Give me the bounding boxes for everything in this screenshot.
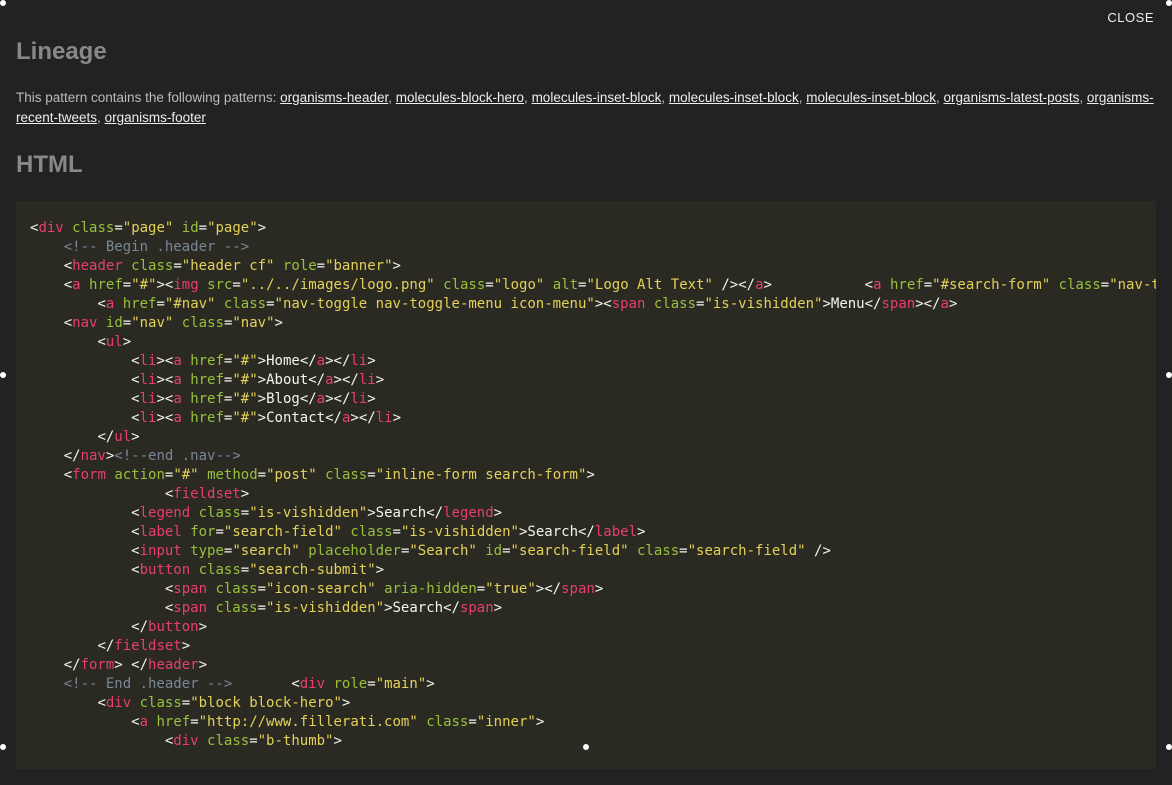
html-heading: HTML xyxy=(16,151,1156,179)
resize-handle[interactable] xyxy=(583,744,589,750)
resize-handle[interactable] xyxy=(1166,744,1172,750)
lineage-pattern-link[interactable]: organisms-footer xyxy=(105,110,206,125)
resize-handle[interactable] xyxy=(0,372,6,378)
lineage-pattern-link[interactable]: organisms-latest-posts xyxy=(944,90,1080,105)
lineage-pattern-link[interactable]: molecules-inset-block xyxy=(669,90,799,105)
resize-handle[interactable] xyxy=(1166,0,1172,6)
lineage-pattern-link[interactable]: molecules-block-hero xyxy=(396,90,524,105)
lineage-pattern-link[interactable]: molecules-inset-block xyxy=(532,90,662,105)
code-block: <div class="page" id="page"> <!-- Begin … xyxy=(16,201,1156,769)
lineage-heading: Lineage xyxy=(16,38,1156,66)
lineage-description: This pattern contains the following patt… xyxy=(16,88,1156,129)
lineage-pattern-link[interactable]: molecules-inset-block xyxy=(806,90,936,105)
resize-handle[interactable] xyxy=(0,744,6,750)
lineage-intro: This pattern contains the following patt… xyxy=(16,90,280,105)
close-button[interactable]: CLOSE xyxy=(1107,10,1154,25)
resize-handle[interactable] xyxy=(0,0,6,6)
pattern-info-panel: CLOSE Lineage This pattern contains the … xyxy=(0,0,1172,785)
lineage-pattern-link[interactable]: organisms-header xyxy=(280,90,388,105)
resize-handle[interactable] xyxy=(1166,372,1172,378)
